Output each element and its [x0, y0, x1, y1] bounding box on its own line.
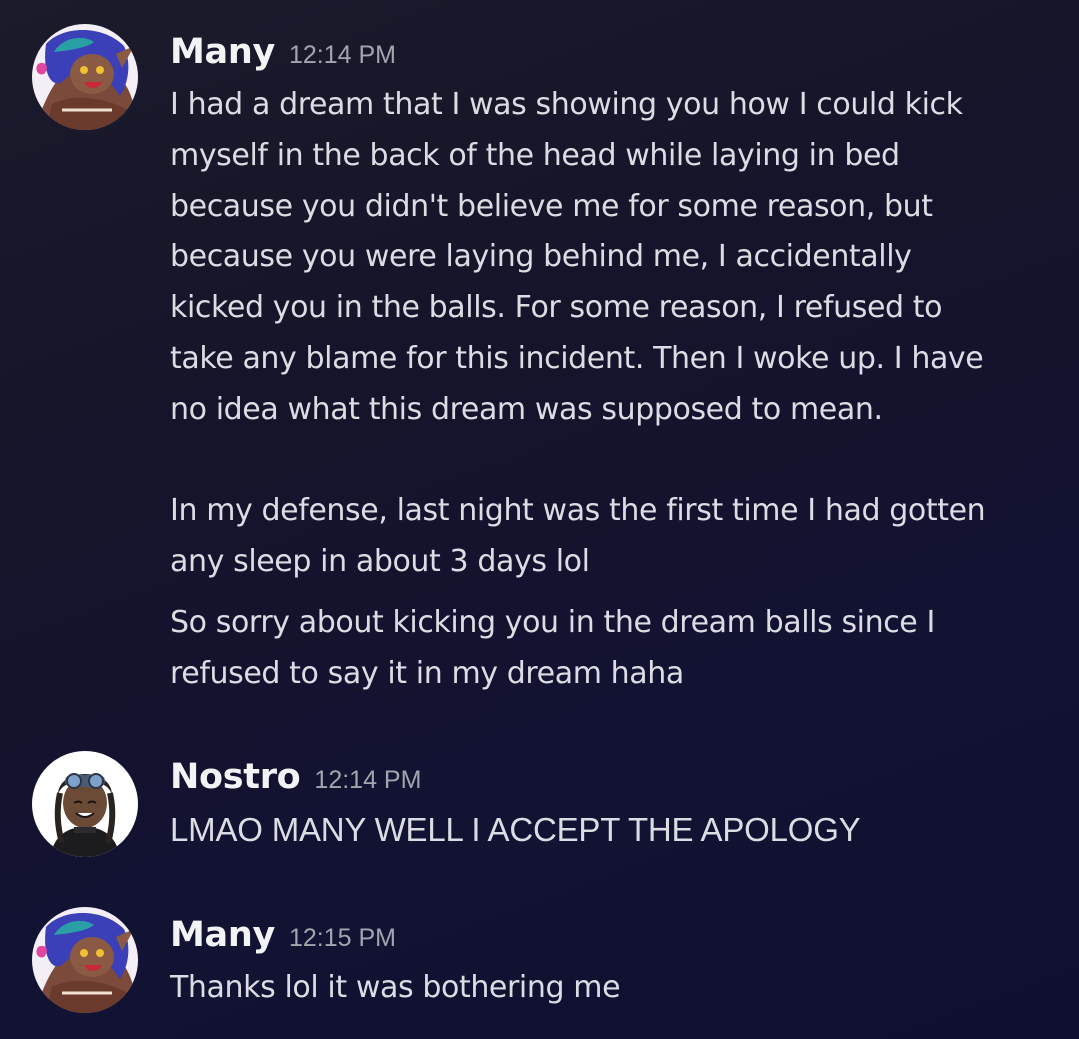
message-line: no idea what this dream was supposed to …: [170, 391, 883, 427]
message-line: In my defense, last night was the first …: [170, 493, 986, 529]
username[interactable]: Many: [170, 32, 275, 72]
message-line: because you didn't believe me for some r…: [170, 188, 933, 224]
message-header: Nostro 12:14 PM: [170, 757, 421, 797]
message-line: LMAO MANY WELL I ACCEPT THE APOLOGY: [170, 811, 861, 848]
avatar-image: [32, 907, 138, 1013]
message-content: LMAO MANY WELL I ACCEPT THE APOLOGY: [170, 805, 1050, 856]
message-line: I had a dream that I was showing you how…: [170, 87, 963, 122]
message-content: I had a dream that I was showing you how…: [170, 80, 1050, 588]
avatar-image: [32, 751, 138, 857]
message-line: take any blame for this incident. Then I…: [170, 340, 984, 376]
message-line: kicked you in the balls. For some reason…: [170, 290, 943, 326]
user-avatar-nostro[interactable]: [32, 751, 138, 857]
message-content: Thanks lol it was bothering me: [170, 963, 1050, 1014]
timestamp[interactable]: 12:15 PM: [289, 924, 396, 952]
message-line: any sleep in about 3 days lol: [170, 544, 590, 580]
message-line: So sorry about kicking you in the dream …: [170, 605, 935, 640]
timestamp[interactable]: 12:14 PM: [314, 766, 421, 794]
username[interactable]: Many: [170, 915, 275, 955]
message-line: Thanks lol it was bothering me: [170, 970, 621, 1005]
message-line: because you were laying behind me, I acc…: [170, 239, 912, 275]
chat-message-list: Many 12:14 PM I had a dream that I was sh…: [0, 0, 1079, 1039]
message-line: refused to say it in my dream haha: [170, 655, 684, 691]
user-avatar-many[interactable]: [32, 907, 138, 1013]
message-header: Many 12:14 PM: [170, 32, 396, 72]
message-content: So sorry about kicking you in the dream …: [170, 598, 1050, 700]
timestamp[interactable]: 12:14 PM: [289, 41, 396, 69]
user-avatar-many[interactable]: [32, 24, 138, 130]
avatar-image: [32, 24, 138, 130]
message-line: myself in the back of the head while lay…: [170, 137, 900, 173]
username[interactable]: Nostro: [170, 757, 301, 797]
message-header: Many 12:15 PM: [170, 915, 396, 955]
